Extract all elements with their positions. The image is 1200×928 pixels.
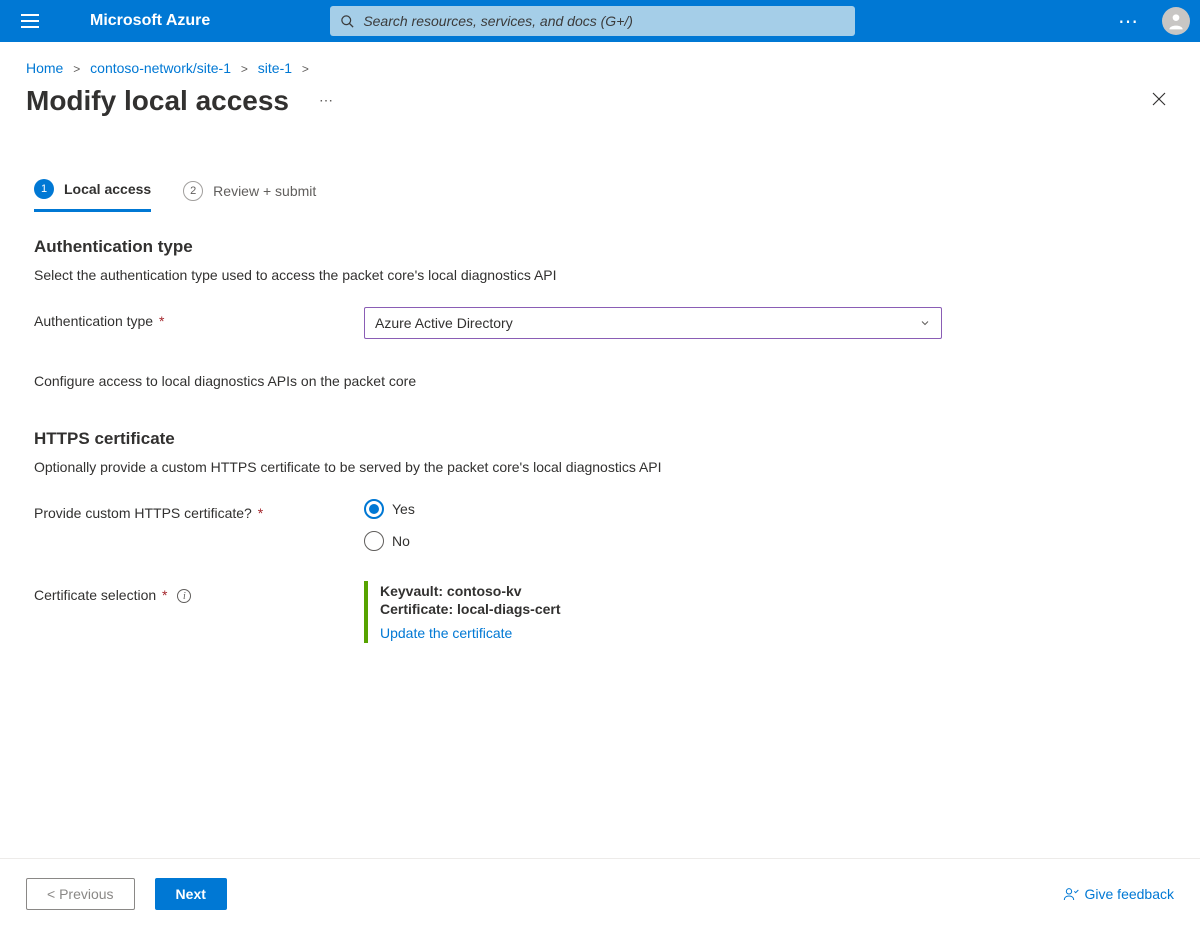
certificate-value: Certificate: local-diags-cert	[380, 601, 966, 617]
auth-type-select[interactable]: Azure Active Directory	[364, 307, 942, 339]
breadcrumb-site[interactable]: site-1	[258, 60, 292, 76]
required-indicator: *	[155, 313, 164, 329]
title-more-button[interactable]: ⋯	[319, 92, 335, 109]
wizard-footer: < Previous Next Give feedback	[0, 858, 1200, 928]
chevron-right-icon: >	[302, 62, 309, 76]
auth-config-text: Configure access to local diagnostics AP…	[34, 373, 966, 389]
step-label: Review + submit	[213, 183, 316, 199]
select-value: Azure Active Directory	[375, 315, 513, 331]
page-title: Modify local access	[26, 85, 289, 117]
info-icon[interactable]: i	[177, 589, 191, 603]
page-header: Modify local access ⋯	[0, 76, 1200, 137]
cert-selection-label: Certificate selection * i	[34, 581, 364, 603]
certificate-info-box: Keyvault: contoso-kv Certificate: local-…	[364, 581, 966, 643]
keyvault-value: Keyvault: contoso-kv	[380, 583, 966, 599]
radio-label: Yes	[392, 501, 415, 517]
provide-cert-radio-group: Yes No	[364, 499, 966, 551]
radio-icon	[364, 531, 384, 551]
hamburger-icon	[21, 14, 39, 28]
step-number: 2	[183, 181, 203, 201]
top-more-button[interactable]: ⋯	[1112, 3, 1146, 40]
breadcrumb-home[interactable]: Home	[26, 60, 63, 76]
top-bar: Microsoft Azure ⋯	[0, 0, 1200, 42]
chevron-right-icon: >	[73, 62, 80, 76]
update-certificate-link[interactable]: Update the certificate	[380, 625, 512, 641]
global-search[interactable]	[330, 6, 855, 36]
brand-label[interactable]: Microsoft Azure	[90, 12, 210, 30]
radio-no[interactable]: No	[364, 531, 966, 551]
give-feedback-link[interactable]: Give feedback	[1063, 886, 1175, 902]
close-button[interactable]	[1144, 84, 1174, 117]
https-section-description: Optionally provide a custom HTTPS certif…	[34, 459, 966, 475]
user-avatar[interactable]	[1162, 7, 1190, 35]
chevron-down-icon	[919, 317, 931, 329]
search-icon	[340, 14, 355, 29]
step-label: Local access	[64, 181, 151, 197]
feedback-icon	[1063, 886, 1079, 902]
radio-icon	[364, 499, 384, 519]
hamburger-menu-button[interactable]	[10, 1, 50, 41]
step-number: 1	[34, 179, 54, 199]
breadcrumb-resource[interactable]: contoso-network/site-1	[90, 60, 231, 76]
person-icon	[1166, 11, 1186, 31]
auth-section-title: Authentication type	[34, 237, 966, 257]
search-input[interactable]	[363, 13, 845, 29]
radio-yes[interactable]: Yes	[364, 499, 966, 519]
next-button[interactable]: Next	[155, 878, 227, 910]
radio-label: No	[392, 533, 410, 549]
step-local-access[interactable]: 1 Local access	[34, 179, 151, 212]
required-indicator: *	[158, 587, 167, 603]
form-content: Authentication type Select the authentic…	[0, 213, 1000, 683]
previous-button[interactable]: < Previous	[26, 878, 135, 910]
feedback-label: Give feedback	[1085, 886, 1175, 902]
step-review-submit[interactable]: 2 Review + submit	[183, 179, 316, 212]
required-indicator: *	[254, 505, 263, 521]
auth-section-description: Select the authentication type used to a…	[34, 267, 966, 283]
provide-cert-label: Provide custom HTTPS certificate? *	[34, 499, 364, 521]
auth-type-label: Authentication type *	[34, 307, 364, 329]
close-icon	[1150, 90, 1168, 108]
chevron-right-icon: >	[241, 62, 248, 76]
breadcrumb: Home > contoso-network/site-1 > site-1 >	[0, 42, 1200, 76]
wizard-stepper: 1 Local access 2 Review + submit	[0, 137, 1200, 213]
https-section-title: HTTPS certificate	[34, 429, 966, 449]
